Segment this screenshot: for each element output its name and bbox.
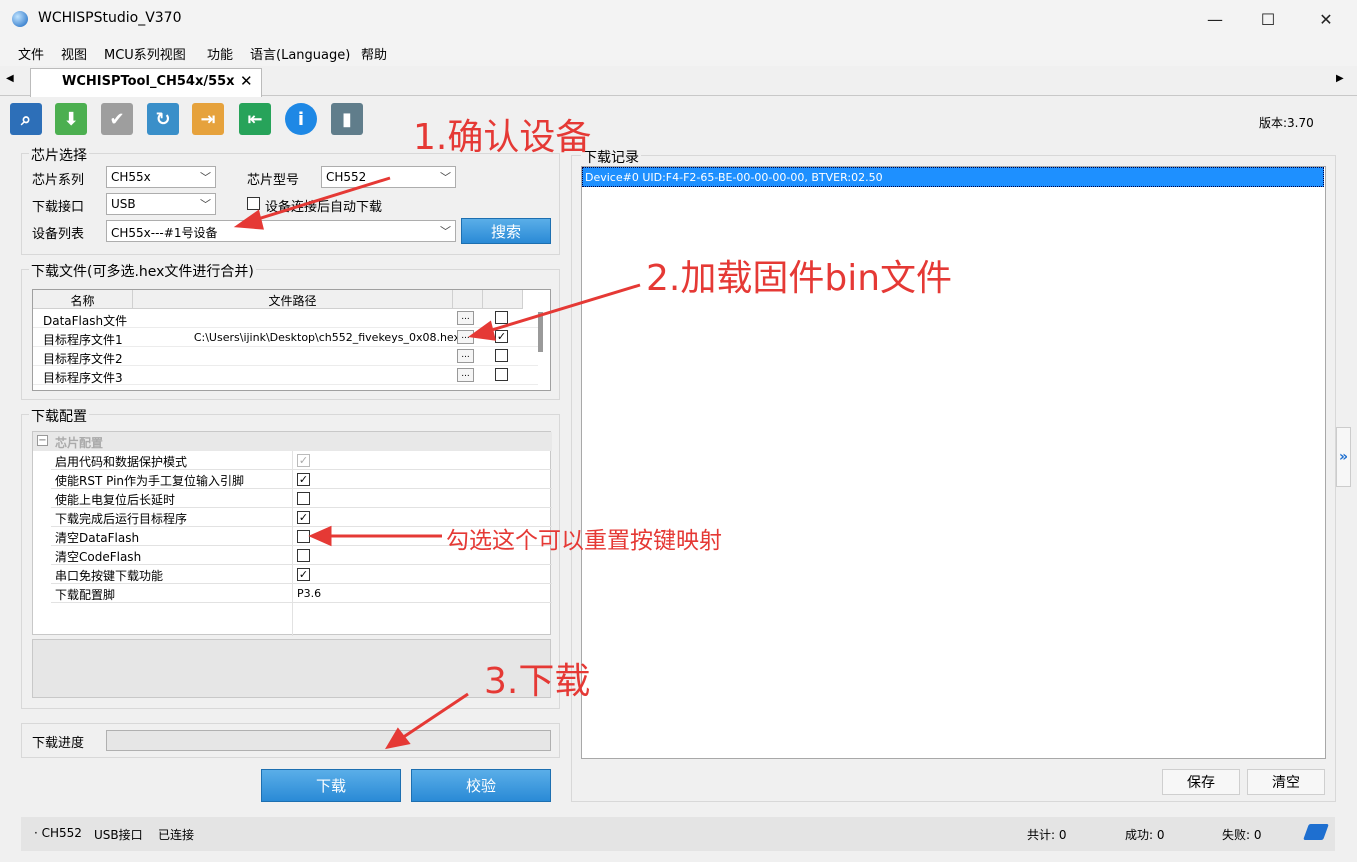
annotation-arrow-4 bbox=[395, 692, 469, 744]
annotation-note: 勾选这个可以重置按键映射 bbox=[446, 528, 722, 554]
annotation-arrow-2-head bbox=[468, 320, 496, 341]
annotation-arrow-1-head bbox=[233, 209, 264, 230]
annotation-arrows bbox=[233, 176, 641, 750]
annotation-step2: 2.加载固件bin文件 bbox=[646, 258, 953, 299]
annotation-step3: 3.下载 bbox=[484, 661, 591, 702]
annotation-arrow-4-head bbox=[385, 727, 411, 750]
annotation-arrow-2 bbox=[481, 283, 641, 335]
annotation-step1: 1.确认设备 bbox=[413, 117, 592, 158]
annotation-arrow-3-head bbox=[308, 525, 332, 547]
annotation-arrow-1 bbox=[247, 176, 391, 224]
